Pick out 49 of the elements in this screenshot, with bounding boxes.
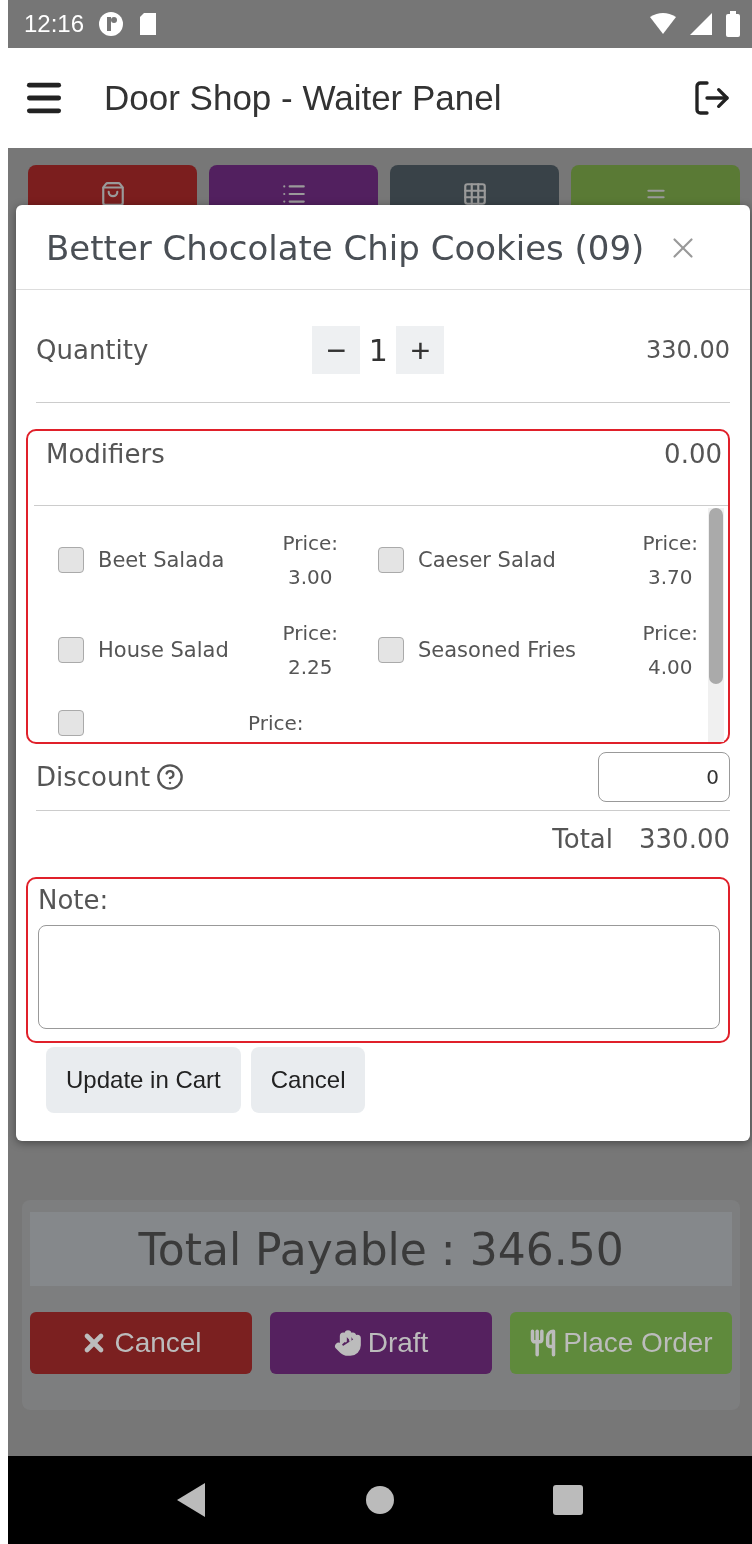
modifier-price: Price: 3.00	[282, 530, 338, 591]
checkbox[interactable]	[378, 547, 404, 573]
clock-time: 12:16	[24, 10, 85, 38]
total-amount: 330.00	[639, 824, 730, 854]
cancel-button[interactable]: Cancel	[30, 1312, 252, 1374]
cancel-button[interactable]: Cancel	[250, 1047, 366, 1113]
help-icon[interactable]	[156, 763, 185, 791]
checkbox[interactable]	[58, 710, 84, 736]
checkbox[interactable]	[58, 547, 84, 573]
decrease-button[interactable]: −	[312, 326, 361, 374]
wifi-icon	[650, 13, 676, 35]
modifier-name: Caeser Salad	[418, 548, 556, 572]
modifier-name: Beet Salada	[98, 548, 225, 572]
modifier-price: Price: 4.00	[642, 620, 698, 681]
increase-button[interactable]: +	[396, 326, 445, 374]
total-label: Total	[552, 824, 613, 854]
note-field[interactable]	[38, 925, 720, 1029]
sd-card-icon	[138, 12, 159, 36]
back-icon[interactable]	[177, 1483, 207, 1517]
grid-icon	[461, 181, 488, 207]
dialog-title: Better Chocolate Chip Cookies (09)	[46, 227, 646, 270]
quantity-value: 1	[367, 332, 389, 368]
hand-icon	[333, 1329, 362, 1357]
scrollbar[interactable]	[708, 508, 724, 742]
note-label: Note:	[37, 884, 110, 917]
total-payable: Total Payable : 346.50	[30, 1212, 732, 1286]
modifier-price: Price: 3.70	[642, 530, 698, 591]
checkbox[interactable]	[378, 637, 404, 663]
modifier-price: Price: 2.25	[282, 620, 338, 681]
utensils-icon	[529, 1329, 558, 1357]
draft-button[interactable]: Draft	[270, 1312, 492, 1374]
quantity-label: Quantity	[36, 335, 149, 365]
modifier-name: House Salad	[98, 638, 229, 662]
quantity-amount: 330.00	[646, 336, 730, 364]
home-icon[interactable]	[365, 1485, 395, 1515]
discount-label: Discount	[36, 762, 151, 792]
modifier-name: Seasoned Fries	[418, 638, 577, 662]
app-title: Door Shop - Waiter Panel	[104, 78, 503, 118]
battery-icon	[726, 11, 740, 37]
modifiers-label: Modifiers	[46, 439, 165, 471]
bag-icon	[99, 181, 126, 207]
logout-icon[interactable]	[692, 78, 732, 118]
app-icon	[98, 11, 125, 37]
checkbox[interactable]	[58, 637, 84, 663]
update-button[interactable]: Update in Cart	[46, 1047, 241, 1113]
discount-field[interactable]: 0	[598, 752, 730, 802]
modifiers-amount: 0.00	[664, 439, 722, 471]
modifier-price: Price:	[248, 710, 304, 737]
signal-icon	[690, 13, 712, 35]
